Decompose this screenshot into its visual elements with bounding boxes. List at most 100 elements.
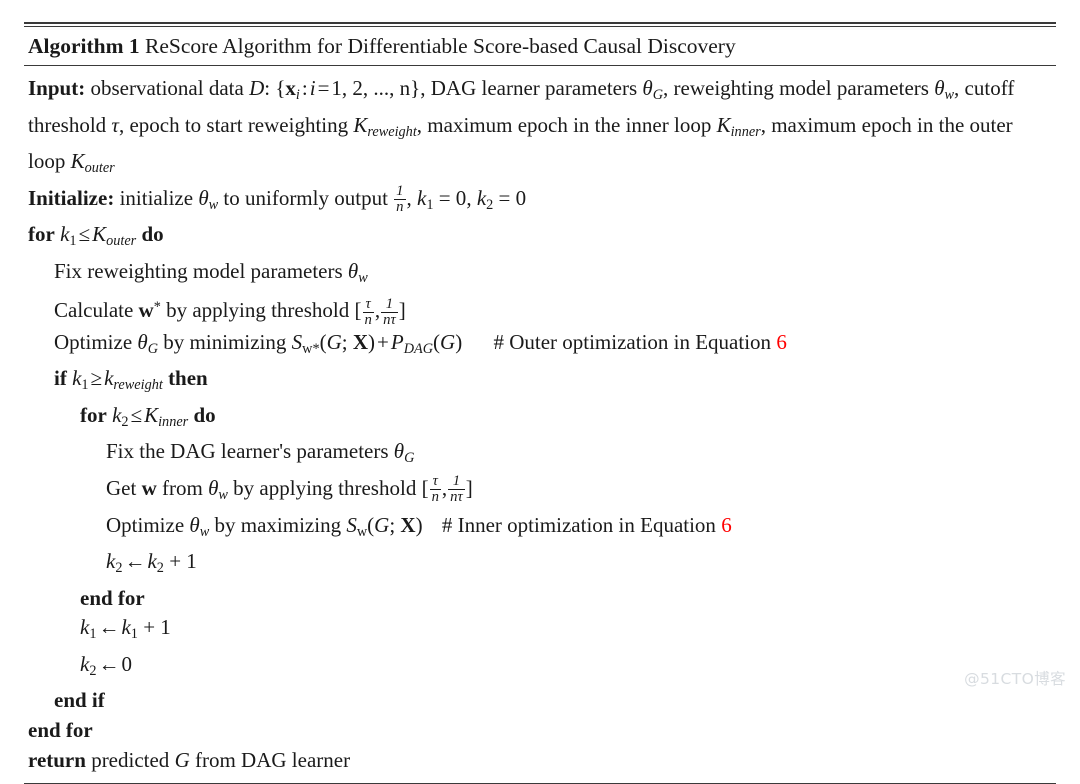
fraction-numerator: τ [429,474,441,491]
k-inner: K [716,112,731,137]
assign-arrow-reset: ← [98,651,120,676]
assign-arrow-k1: ← [98,615,120,640]
k2-var: k [476,185,487,210]
line-if-reweight: if k1≥kreweight then [28,364,1054,401]
score-semicolon-inner: ; [389,512,396,537]
k-inner-subscript: inner [730,123,761,140]
return-from-dag-text: from DAG learner [194,747,351,772]
input-comma-2: , [663,76,669,100]
for-outer-K-subscript: outer [106,233,137,250]
k1-subscript: 1 [426,196,434,213]
return-graph-G: G [174,747,190,772]
algorithm-figure: Algorithm 1 ReScore Algorithm for Differ… [24,22,1056,784]
algorithm-caption-title: ReScore Algorithm for Differentiable Sco… [145,34,736,58]
for-inner-K-subscript: inner [158,413,189,430]
den-tau: τ [457,489,463,506]
equation-ref-inner: 6 [721,512,732,537]
graph-G-outer: G [326,329,342,354]
input-equals: = [317,76,330,100]
increment-k2-rhs-subscript: 2 [156,560,164,577]
w-star-superscript: * [153,299,161,316]
fraction-denominator: nτ [448,490,465,505]
initialize-label: Initialize: [28,185,115,210]
score-S-inner: S [346,512,357,537]
keyword-end-if: end if [54,688,105,713]
comment-outer: # Outer optimization in Equation [493,329,772,354]
fraction-tau-over-n-2: τn [429,474,441,506]
score-S-outer-subscript: w* [302,341,319,357]
input-comma-1: , [420,76,426,100]
line-return: return predicted G from DAG learner [28,746,1054,776]
optimize-theta-w-subscript: w [199,523,210,540]
theta-w: θ [934,76,945,100]
optimize-theta-g: θ [137,329,148,354]
if-geq: ≥ [90,366,103,391]
score-paren-close-inner: ) [415,512,423,537]
set-open-brace: { [275,76,286,100]
line-fix-dag-learner: Fix the DAG learner's parameters θG [28,437,1054,474]
get-label: Get [106,475,137,500]
score-S-inner-subscript: w [356,523,368,540]
input-text-2: DAG learner parameters [430,76,638,100]
fraction-denominator: n [431,489,439,506]
for-outer-leq: ≤ [78,222,91,247]
threshold-bracket-open-2: [ [421,475,429,500]
reset-k2-lhs: k [80,651,90,676]
increment-k1-lhs: k [80,615,90,640]
keyword-for-outer: for [28,222,55,247]
initialize-theta-w: θ [198,185,209,210]
get-w-var: w [141,475,157,500]
optimize-label-outer: Optimize [54,329,133,354]
line-get-w: Get w from θw by applying threshold [τ n,… [28,474,1054,511]
fraction-numerator: 1 [448,474,465,491]
if-k1-subscript: 1 [81,377,89,394]
increment-k2-lhs: k [106,549,116,574]
fix-reweighting-theta: θ [347,258,359,283]
score-semicolon-outer: ; [341,329,348,354]
symbol-dataset: D [249,76,265,100]
for-outer-K: K [92,222,107,247]
increment-k1-rhs: k [121,615,131,640]
line-calculate-w-star: Calculate w* by applying threshold [τ n, 1… [28,293,1054,327]
index-values: 1, 2, ..., n [331,76,411,100]
line-for-outer: for k1≤Kouter do [28,220,1054,257]
by-minimizing-text: by minimizing [163,329,287,354]
get-from-text: from [162,475,203,500]
threshold-comma-1: , [374,298,381,323]
increment-k2-plus-one: + 1 [169,549,197,574]
for-inner-K: K [144,402,159,427]
by-maximizing-text: by maximizing [214,512,342,537]
fraction-numerator: 1 [381,296,398,313]
line-optimize-theta-g: Optimize θG by minimizing Sw*(G; X)+PDAG… [28,328,1054,365]
input-text-6: maximum epoch in the inner loop [427,112,712,137]
k2-equals-zero: = 0 [498,185,527,210]
data-X-inner: X [400,512,416,537]
algorithm-caption-prefix: Algorithm 1 [28,34,140,58]
k-outer-subscript: outer [84,160,115,177]
algorithm-body: Input: observational data D: {xi:i=1, 2,… [24,66,1056,783]
k2-subscript: 2 [486,196,494,213]
increment-k1-plus-one: + 1 [143,615,171,640]
initialize-text-2: to uniformly output [223,185,388,210]
den-tau: τ [390,311,396,328]
get-theta-w: θ [208,475,219,500]
line-increment-k2: k2←k2 + 1 [28,547,1054,584]
keyword-end-for-inner: end for [80,585,145,610]
theta-g-subscript: G [652,86,664,103]
line-end-for-inner: end for [28,584,1054,614]
input-label: Input: [28,76,86,100]
fix-dag-theta: θ [393,439,405,464]
keyword-then: then [168,366,208,391]
fraction-denominator: nτ [381,311,398,328]
keyword-for-inner: for [80,402,107,427]
initialize-comma-2: , [466,185,472,210]
for-inner-leq: ≤ [130,402,143,427]
for-outer-k1: k [60,222,70,247]
keyword-do-inner: do [193,402,216,427]
input-comma-5: , [416,112,423,137]
line-end-if: end if [28,686,1054,716]
data-X-outer: X [352,329,369,354]
optimize-label-inner: Optimize [106,512,185,537]
w-star-var: w [138,298,154,323]
keyword-return: return [28,747,86,772]
